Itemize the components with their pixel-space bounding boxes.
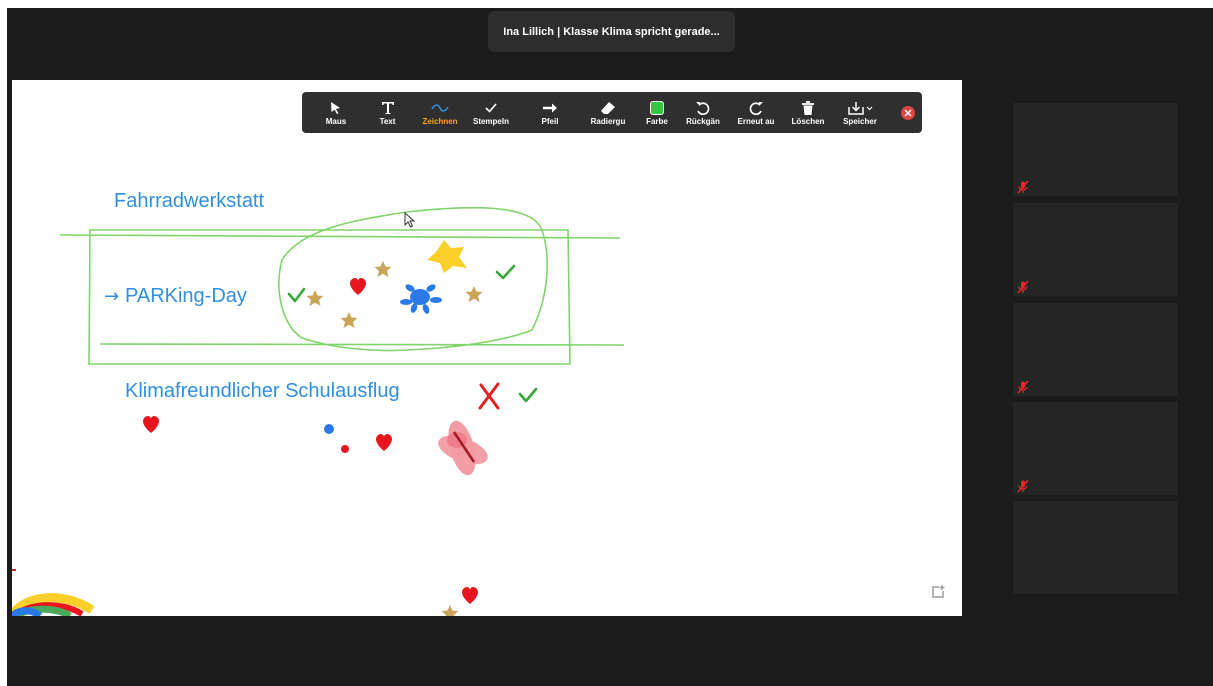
rainbow-drawing [12, 593, 95, 616]
star-icon [441, 605, 459, 616]
pink-flower-drawing [438, 420, 488, 476]
star-icon [306, 290, 324, 306]
muted-mic-icon [1017, 380, 1029, 394]
close-icon[interactable] [901, 105, 915, 120]
heart-stamps [143, 278, 478, 604]
tool-stempeln[interactable]: Stempeln [461, 94, 521, 132]
schulausflug-text: Klimafreundlicher Schulausflug [125, 380, 400, 402]
whiteboard-drawing: Fahrradwerkstatt → PARKing-Day Klimafreu… [12, 190, 625, 616]
tool-erneut[interactable]: Erneut au [729, 94, 783, 132]
eraser-icon [600, 99, 616, 117]
tool-zeichnen[interactable]: Zeichnen [419, 94, 461, 132]
star-icon [340, 312, 358, 328]
zoom-meeting-window: Ina Lillich | Klasse Klima spricht gerad… [0, 0, 1213, 686]
tool-pfeil[interactable]: Pfeil [521, 94, 579, 132]
heart-icon [143, 416, 159, 433]
blue-dot [324, 424, 334, 434]
whiteboard-canvas[interactable]: Fahrradwerkstatt → PARKing-Day Klimafreu… [12, 80, 962, 616]
stamp-icon [484, 99, 498, 117]
tool-radiergummi[interactable]: Radiergu [579, 94, 637, 132]
check-icon [518, 387, 538, 403]
heart-icon [350, 278, 366, 295]
undo-icon [695, 99, 711, 117]
expand-icon[interactable] [930, 584, 946, 600]
redo-icon [748, 99, 764, 117]
participant-tile[interactable] [1013, 303, 1178, 396]
check-icon [495, 264, 516, 280]
yellow-star-icon [427, 240, 467, 273]
fahrradwerkstatt-text: Fahrradwerkstatt [114, 190, 264, 212]
participant-tile[interactable] [1013, 203, 1178, 296]
muted-mic-icon [1017, 479, 1029, 493]
arrow-icon [542, 99, 558, 117]
active-speaker-banner: Ina Lillich | Klasse Klima spricht gerad… [488, 11, 735, 52]
participant-tile[interactable] [1013, 501, 1178, 594]
trash-icon [801, 99, 815, 117]
parking-day-text: PARKing-Day [125, 285, 247, 307]
check-icon [287, 287, 306, 303]
cursor-icon [330, 99, 342, 117]
muted-mic-icon [1017, 280, 1029, 294]
star-icon [374, 261, 392, 277]
participant-tile[interactable] [1013, 103, 1178, 196]
text-icon [381, 99, 395, 117]
blue-splat-icon [400, 284, 442, 314]
red-x-icon [478, 382, 500, 410]
tool-speichern[interactable]: Speicher [833, 94, 887, 132]
mouse-pointer-icon [404, 212, 416, 228]
annotation-toolbar: Maus Text Zeichnen Stempeln Pfeil Radier… [302, 92, 922, 133]
heart-icon [462, 587, 478, 604]
tool-rueckgaengig[interactable]: Rückgän [677, 94, 729, 132]
tool-farbe[interactable]: Farbe [637, 94, 677, 132]
participant-tile[interactable] [1013, 402, 1178, 495]
save-icon [847, 99, 873, 117]
tool-maus[interactable]: Maus [316, 94, 356, 132]
color-icon [650, 99, 664, 117]
tool-text[interactable]: Text [356, 94, 419, 132]
tool-loeschen[interactable]: Löschen [783, 94, 833, 132]
draw-icon [431, 99, 449, 117]
active-speaker-text: Ina Lillich | Klasse Klima spricht gerad… [503, 25, 720, 38]
muted-mic-icon [1017, 180, 1029, 194]
star-icon [465, 286, 483, 302]
red-dot [341, 445, 349, 453]
parking-arrow: → [104, 286, 119, 307]
heart-icon [376, 434, 392, 451]
